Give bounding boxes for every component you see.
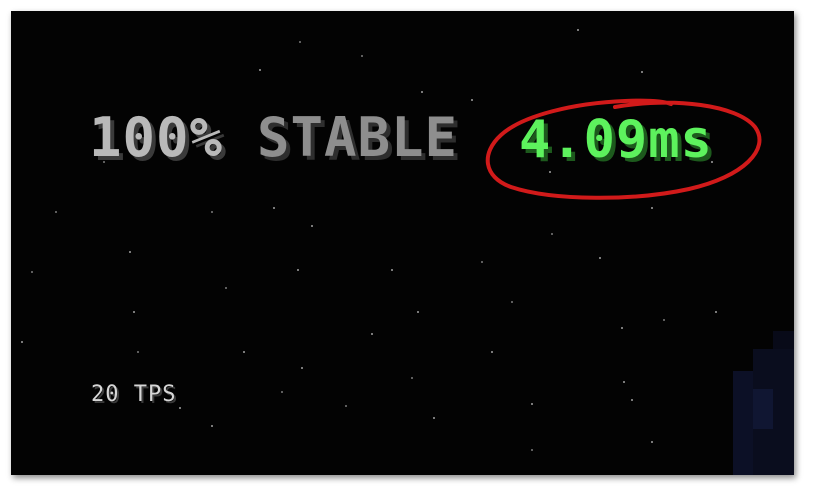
star [621, 327, 623, 329]
star [179, 407, 181, 409]
star [577, 29, 579, 31]
star [491, 351, 493, 353]
game-viewport: 100% STABLE 4.09ms 20 TPS [11, 11, 794, 475]
star [551, 233, 553, 235]
star [641, 71, 643, 73]
tick-time-value: 4.09ms [519, 110, 713, 170]
stable-percent-label: 100% [89, 106, 224, 169]
star [311, 225, 313, 227]
star [55, 211, 57, 213]
star [433, 417, 435, 419]
star [549, 171, 551, 173]
star [391, 269, 393, 271]
star [21, 341, 23, 343]
star [225, 287, 227, 289]
star [129, 251, 131, 253]
star [531, 403, 533, 405]
star [715, 311, 717, 313]
star [511, 301, 513, 303]
tps-label: 20 TPS [91, 382, 177, 407]
star [243, 351, 245, 353]
star [421, 91, 423, 93]
star [531, 449, 533, 451]
star [211, 211, 213, 213]
star [651, 207, 653, 209]
star [663, 319, 665, 321]
star [411, 377, 413, 379]
star [299, 41, 301, 43]
star [281, 391, 283, 393]
block-silhouette [733, 331, 794, 475]
star [471, 99, 473, 101]
star [345, 405, 347, 407]
star [481, 261, 483, 263]
star [137, 351, 139, 353]
star [651, 441, 653, 443]
star [631, 399, 633, 401]
star [301, 367, 303, 369]
star [361, 55, 363, 57]
star [273, 207, 275, 209]
star [417, 311, 419, 313]
star [371, 333, 373, 335]
star [133, 311, 135, 313]
stable-word-label: STABLE [257, 106, 459, 169]
star [599, 257, 601, 259]
star [259, 69, 261, 71]
star [31, 271, 33, 273]
star [211, 425, 213, 427]
star [623, 381, 625, 383]
star [297, 269, 299, 271]
